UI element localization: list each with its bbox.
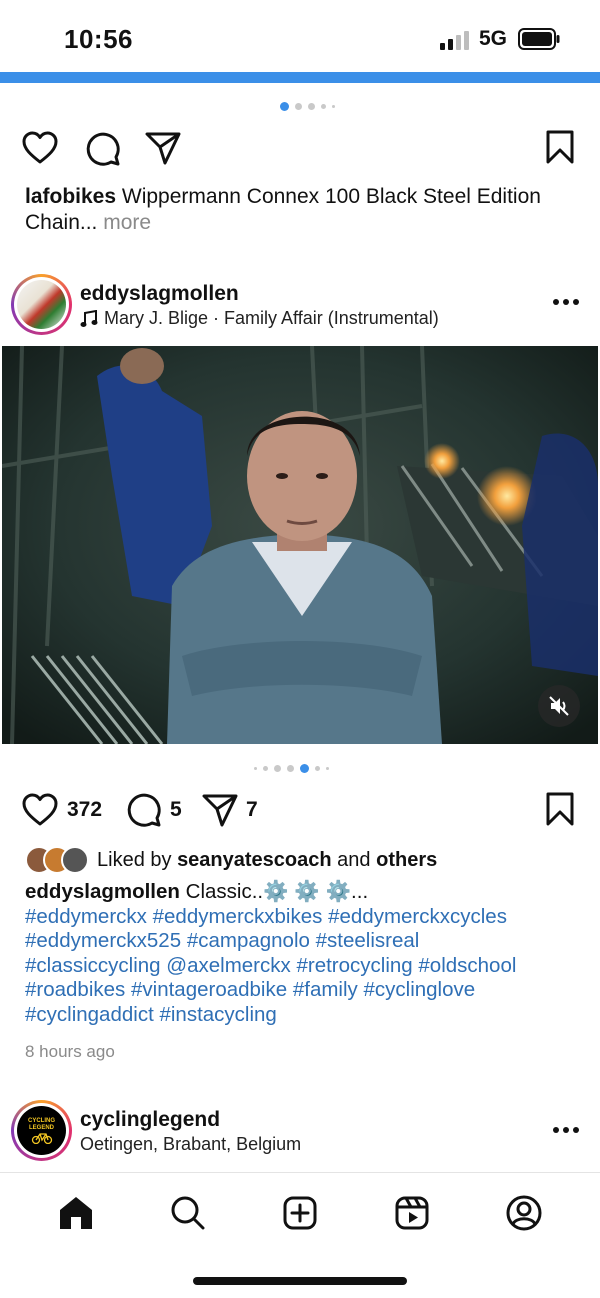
like-heart-icon[interactable]: [22, 793, 58, 827]
bottom-nav: [0, 1172, 600, 1252]
post-location[interactable]: Oetingen, Brabant, Belgium: [80, 1134, 301, 1155]
nav-reels[interactable]: [382, 1183, 442, 1243]
hashtag-link[interactable]: #cyclingaddict: [25, 1003, 154, 1026]
logo-text: CYCLING: [28, 1117, 55, 1124]
hashtag-link[interactable]: #oldschool: [418, 954, 516, 977]
status-bar: 10:56 5G: [0, 0, 600, 72]
audio-track[interactable]: Mary J. Blige · Family Affair (Instrumen…: [80, 308, 439, 329]
share-send-icon[interactable]: [202, 793, 238, 827]
caption-username[interactable]: eddyslagmollen: [25, 880, 180, 903]
carousel-dot: [315, 766, 320, 771]
more-horizontal-icon[interactable]: [552, 298, 580, 306]
liked-by-row[interactable]: Liked by seanyatescoach and others: [25, 846, 437, 874]
video-frame-image: [2, 346, 598, 744]
liked-by-prefix: Liked by: [97, 848, 172, 871]
speaker-muted-icon: [549, 696, 569, 716]
create-icon: [283, 1196, 317, 1229]
reels-icon: [395, 1196, 429, 1229]
music-note-icon: [80, 309, 98, 327]
hashtag-link[interactable]: #eddymerckxcycles: [328, 905, 507, 928]
status-time: 10:56: [64, 24, 133, 54]
post-username[interactable]: eddyslagmollen: [80, 282, 239, 306]
hashtag-link[interactable]: #classiccycling: [25, 954, 161, 977]
like-heart-icon[interactable]: [22, 131, 58, 165]
logo-text: LEGEND: [28, 1124, 54, 1131]
avatar-image: [17, 280, 66, 329]
carousel-dot: [332, 105, 335, 108]
cycling-legend-logo: CYCLING LEGEND: [17, 1106, 66, 1155]
audio-title: Mary J. Blige · Family Affair (Instrumen…: [104, 308, 439, 328]
liked-by-avatars: [25, 846, 89, 874]
carousel-indicator: [254, 764, 329, 773]
hashtag-link[interactable]: #eddymerckx: [25, 905, 147, 928]
carousel-dot: [280, 102, 289, 111]
signal-icon: [440, 31, 469, 50]
avatar[interactable]: [11, 274, 72, 335]
like-count[interactable]: 372: [67, 798, 102, 822]
comment-icon[interactable]: [85, 131, 121, 167]
mute-button[interactable]: [538, 685, 580, 727]
more-link[interactable]: more: [103, 211, 151, 234]
carousel-dot: [263, 766, 268, 771]
bicycle-icon: [31, 1132, 52, 1144]
home-indicator[interactable]: [193, 1277, 407, 1285]
nav-search[interactable]: [158, 1183, 218, 1243]
mention-link[interactable]: @axelmerckx: [166, 954, 290, 977]
carousel-dot: [308, 103, 315, 110]
carousel-dot: [326, 767, 329, 770]
share-send-icon[interactable]: [145, 131, 181, 165]
carousel-dot: [274, 765, 281, 772]
liked-by-user[interactable]: seanyatescoach: [177, 849, 332, 871]
top-accent-bar: [0, 72, 600, 83]
hashtag-link[interactable]: #instacycling: [159, 1003, 276, 1026]
search-icon: [171, 1196, 205, 1229]
liked-by-and: and: [337, 848, 371, 871]
hashtag-link[interactable]: #steelisreal: [316, 929, 420, 952]
carousel-dot: [321, 104, 326, 109]
hashtag-link[interactable]: #cyclinglove: [364, 978, 476, 1001]
carousel-indicator: [280, 102, 335, 111]
carousel-dot: [295, 103, 302, 110]
hashtag-link[interactable]: #retrocycling: [296, 954, 412, 977]
comment-count[interactable]: 5: [170, 798, 182, 822]
battery-icon: [518, 28, 560, 50]
nav-home[interactable]: [46, 1183, 106, 1243]
home-icon: [60, 1196, 92, 1229]
post-caption: lafobikes Wippermann Connex 100 Black St…: [25, 184, 585, 236]
liked-by-others[interactable]: others: [376, 849, 437, 871]
profile-icon: [506, 1195, 542, 1230]
avatar: [61, 846, 89, 874]
caption-text: Classic..⚙️ ⚙️ ⚙️...: [185, 880, 369, 903]
post-video[interactable]: [2, 346, 598, 744]
post-caption: eddyslagmollen Classic..⚙️ ⚙️ ⚙️... #edd…: [25, 880, 585, 1027]
avatar[interactable]: CYCLING LEGEND: [11, 1100, 72, 1161]
hashtag-link[interactable]: #roadbikes: [25, 978, 125, 1001]
nav-create[interactable]: [270, 1183, 330, 1243]
hashtag-link[interactable]: #family: [293, 978, 358, 1001]
network-type: 5G: [479, 27, 508, 50]
hashtag-link[interactable]: #eddymerckxbikes: [153, 905, 323, 928]
carousel-dot: [300, 764, 309, 773]
post-timestamp: 8 hours ago: [25, 1042, 115, 1061]
hashtag-link[interactable]: #campagnolo: [187, 929, 310, 952]
save-bookmark-icon[interactable]: [545, 792, 575, 827]
nav-profile[interactable]: [494, 1183, 554, 1243]
carousel-dot: [254, 767, 257, 770]
hashtag-link[interactable]: #eddymerckx525: [25, 929, 181, 952]
save-bookmark-icon[interactable]: [545, 130, 575, 165]
carousel-dot: [287, 765, 294, 772]
comment-icon[interactable]: [126, 792, 162, 828]
caption-username[interactable]: lafobikes: [25, 185, 116, 208]
hashtag-link[interactable]: #vintageroadbike: [131, 978, 287, 1001]
post-username[interactable]: cyclinglegend: [80, 1108, 220, 1132]
more-horizontal-icon[interactable]: [552, 1126, 580, 1134]
share-count[interactable]: 7: [246, 798, 258, 822]
